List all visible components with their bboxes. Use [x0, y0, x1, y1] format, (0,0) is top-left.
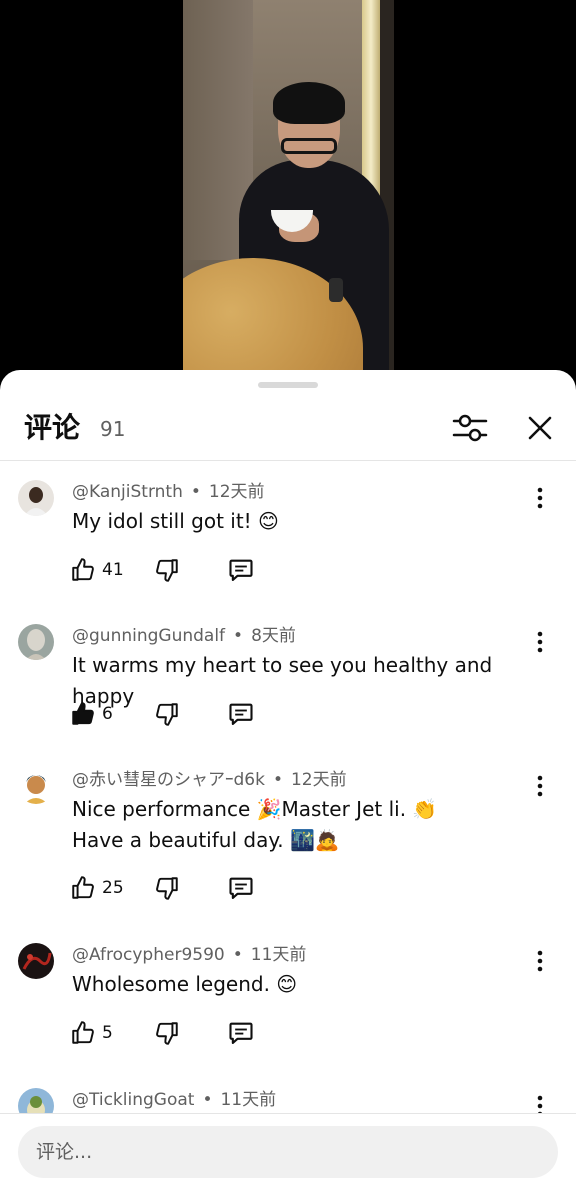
thumbs-down-icon	[156, 703, 178, 726]
like-button[interactable]: 5	[70, 1017, 113, 1049]
thumbs-up-icon	[72, 1021, 94, 1044]
thumbs-up-icon	[72, 558, 94, 581]
meta-separator: •	[202, 1090, 213, 1110]
meta-separator: •	[272, 770, 283, 790]
comment-meta: @Afrocypher9590 • 11天前	[72, 943, 306, 967]
meta-separator: •	[190, 482, 201, 502]
comment-time: 11天前	[250, 945, 307, 965]
video-scene-hair	[273, 82, 345, 124]
video-frame	[183, 0, 394, 392]
reply-comment-icon	[229, 703, 253, 725]
video-player[interactable]	[0, 0, 576, 392]
sliders-icon	[452, 414, 488, 442]
comment-text: Wholesome legend. 😊	[72, 972, 298, 996]
like-count: 5	[102, 1023, 113, 1043]
reply-button[interactable]	[227, 698, 255, 730]
comment-author[interactable]: @gunningGundalf	[72, 626, 225, 646]
comment-text: It warms my heart to see you healthy and…	[72, 653, 493, 708]
like-button[interactable]: 41	[70, 554, 124, 586]
comment-text-line-1: Nice performance 🎉Master Jet li. 👏	[72, 797, 438, 821]
dislike-button[interactable]	[154, 1017, 180, 1049]
comment-item: @gunningGundalf • 8天前 It warms my heart to…	[0, 622, 576, 752]
comment-author[interactable]: @TicklingGoat	[72, 1090, 194, 1110]
meta-separator: •	[232, 945, 243, 965]
video-scene-watch	[329, 278, 343, 302]
header-divider	[0, 460, 576, 461]
comments-count: 91	[100, 417, 126, 441]
comment-meta: @赤い彗星のシャアｰd6k • 12天前	[72, 768, 347, 792]
avatar[interactable]	[18, 480, 54, 516]
thumbs-down-icon	[156, 877, 178, 900]
thumbs-up-filled-icon	[72, 702, 94, 725]
close-icon	[528, 416, 552, 440]
comment-meta: @TicklingGoat • 11天前	[72, 1088, 276, 1112]
comment-input[interactable]	[18, 1126, 558, 1178]
comments-title: 评论	[24, 411, 81, 444]
like-button[interactable]: 25	[70, 872, 124, 904]
comment-time: 11天前	[220, 1090, 277, 1110]
comment-meta: @gunningGundalf • 8天前	[72, 624, 296, 648]
video-scene-glasses	[281, 138, 337, 154]
comment-item: @Afrocypher9590 • 11天前 Wholesome legend. 😊…	[0, 941, 576, 1071]
sort-filter-button[interactable]	[448, 406, 492, 450]
reply-comment-icon	[229, 559, 253, 581]
reply-button[interactable]	[227, 872, 255, 904]
comment-time: 12天前	[208, 482, 265, 502]
comment-item: @KanjiStrnth • 12天前 My idol still got it! …	[0, 478, 576, 608]
drag-handle[interactable]	[258, 382, 318, 388]
like-count: 25	[102, 878, 124, 898]
like-count: 6	[102, 704, 113, 724]
comment-author[interactable]: @Afrocypher9590	[72, 945, 225, 965]
comment-input-bar	[0, 1113, 576, 1192]
comment-text: My idol still got it! 😊	[72, 509, 279, 533]
avatar[interactable]	[18, 943, 54, 979]
like-button[interactable]: 6	[70, 698, 113, 730]
reply-button[interactable]	[227, 554, 255, 586]
close-button[interactable]	[518, 406, 562, 450]
thumbs-up-icon	[72, 876, 94, 899]
reply-button[interactable]	[227, 1017, 255, 1049]
comment-text-line-2: Have a beautiful day. 🌃🙇	[72, 828, 340, 852]
reply-comment-icon	[229, 1022, 253, 1044]
comment-author[interactable]: @赤い彗星のシャアｰd6k	[72, 770, 265, 790]
thumbs-down-icon	[156, 1022, 178, 1045]
avatar[interactable]	[18, 624, 54, 660]
comment-time: 8天前	[251, 626, 296, 646]
comment-meta: @KanjiStrnth • 12天前	[72, 480, 265, 504]
comment-author[interactable]: @KanjiStrnth	[72, 482, 183, 502]
reply-comment-icon	[229, 877, 253, 899]
comment-item: @赤い彗星のシャアｰd6k • 12天前 Nice performance 🎉Mas…	[0, 766, 576, 926]
comment-time: 12天前	[290, 770, 347, 790]
dislike-button[interactable]	[154, 698, 180, 730]
avatar[interactable]	[18, 768, 54, 804]
thumbs-down-icon	[156, 559, 178, 582]
dislike-button[interactable]	[154, 872, 180, 904]
comments-header: 评论 91	[0, 400, 576, 460]
comments-sheet: 评论 91 @KanjiStrnth • 12天前 My idol still …	[0, 370, 576, 1192]
like-count: 41	[102, 560, 124, 580]
meta-separator: •	[233, 626, 244, 646]
dislike-button[interactable]	[154, 554, 180, 586]
